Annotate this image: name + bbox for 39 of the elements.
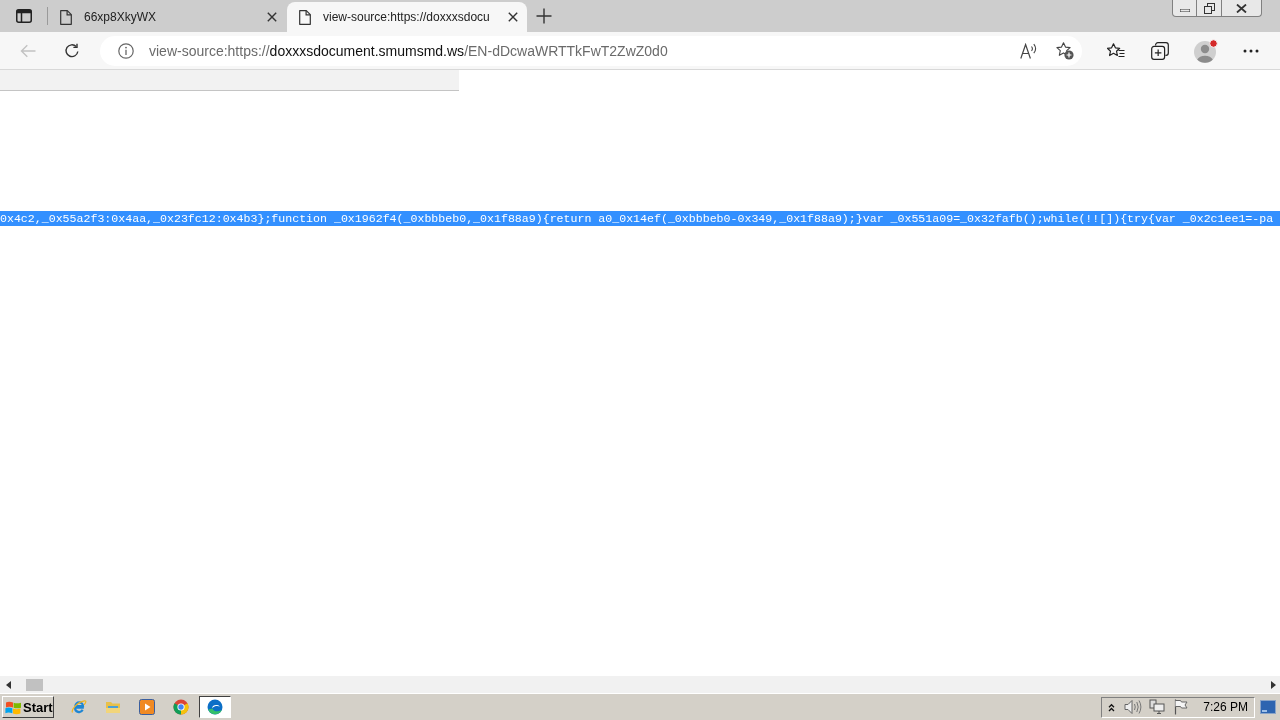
scroll-left-icon[interactable] xyxy=(6,680,11,689)
scroll-right-icon[interactable] xyxy=(1271,680,1276,689)
more-icon[interactable] xyxy=(1243,48,1259,53)
favorites-icon[interactable] xyxy=(1107,42,1125,59)
tab-actions-icon[interactable] xyxy=(16,9,32,23)
browser-e-icon[interactable] xyxy=(71,699,87,715)
show-desktop-icon[interactable] xyxy=(1260,700,1276,714)
flag-icon[interactable] xyxy=(1174,699,1189,715)
collections-icon[interactable] xyxy=(1151,41,1169,60)
round-browser-icon[interactable] xyxy=(173,699,189,715)
minimize-icon xyxy=(1179,8,1190,12)
refresh-icon[interactable] xyxy=(64,42,80,59)
profile-avatar-icon[interactable] xyxy=(1194,38,1218,63)
browser-tab[interactable]: view-source:https://doxxxsdocu xyxy=(287,2,527,32)
page-icon xyxy=(60,9,72,25)
close-icon xyxy=(1236,3,1247,13)
speaker-icon[interactable] xyxy=(1124,699,1143,715)
network-icon[interactable] xyxy=(1149,699,1166,715)
restore-icon xyxy=(1203,2,1215,14)
add-favorite-icon[interactable] xyxy=(1056,41,1074,60)
clock[interactable]: 7:26 PM xyxy=(1203,700,1248,714)
browser-tab[interactable]: 66xp8XkyWX xyxy=(48,2,286,32)
show-hidden-icons-icon[interactable] xyxy=(1108,702,1116,712)
windows-flag-icon xyxy=(5,699,22,715)
read-aloud-icon[interactable] xyxy=(1020,42,1038,59)
page-icon xyxy=(299,9,311,25)
close-window-button[interactable] xyxy=(1222,0,1262,17)
start-button[interactable]: Start xyxy=(2,696,54,718)
media-player-icon[interactable] xyxy=(139,699,155,715)
new-tab-icon[interactable] xyxy=(536,8,552,24)
address-bar[interactable]: view-source:https://doxxxsdocument.smumsmd.ws/EN-dDcwaWRTTkFwT2ZwZ0d0 xyxy=(100,35,1082,66)
close-icon[interactable] xyxy=(267,12,277,22)
scrollbar-thumb[interactable] xyxy=(26,678,43,691)
close-icon[interactable] xyxy=(508,12,518,22)
horizontal-scrollbar[interactable] xyxy=(0,676,1280,693)
restore-button[interactable] xyxy=(1197,0,1222,17)
swirl-browser-icon[interactable] xyxy=(199,696,231,718)
url-text: view-source:https://doxxxsdocument.smumsmd.ws/EN-dDcwaWRTTkFwT2ZwZ0d0 xyxy=(149,42,669,59)
info-icon[interactable] xyxy=(118,42,134,59)
